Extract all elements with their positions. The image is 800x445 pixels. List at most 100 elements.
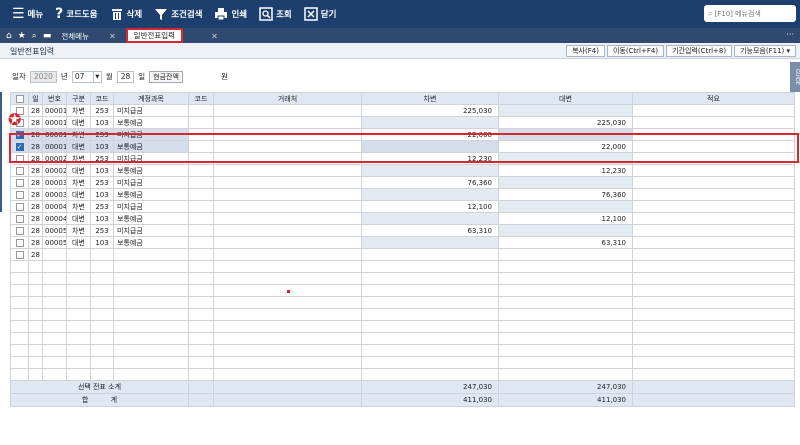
row-type[interactable]: 차변 [66,128,91,141]
empty-cell[interactable] [66,344,91,357]
row-partner-code[interactable] [188,176,214,189]
month-select[interactable]: 07 ▼ [71,70,102,83]
row-day[interactable]: 28 [28,164,43,177]
row-number[interactable]: 00005 [42,224,67,237]
row-partner[interactable] [213,200,362,213]
row-partner[interactable] [213,104,362,117]
empty-cell[interactable] [10,332,29,345]
empty-cell[interactable] [90,308,114,321]
empty-cell[interactable] [113,308,189,321]
row-type[interactable]: 대변 [66,212,91,225]
empty-cell[interactable] [113,356,189,369]
empty-cell[interactable] [113,260,189,273]
empty-row[interactable] [10,284,795,297]
empty-cell[interactable] [361,368,499,381]
row-partner-code[interactable] [188,188,214,201]
empty-cell[interactable] [361,308,499,321]
empty-cell[interactable] [90,344,114,357]
row-partner-code[interactable] [188,128,214,141]
row-account[interactable]: 미지급금 [113,152,189,165]
row-partner[interactable] [213,248,362,261]
row-credit[interactable]: 76,360 [498,188,633,201]
empty-cell[interactable] [10,260,29,273]
guide-tab[interactable]: GUIDE [790,62,800,92]
empty-cell[interactable] [498,284,633,297]
row-memo[interactable] [632,140,795,153]
row-partner[interactable] [213,164,362,177]
empty-cell[interactable] [10,272,29,285]
row-memo[interactable] [632,116,795,129]
row-credit[interactable] [498,224,633,237]
empty-cell[interactable] [90,368,114,381]
row-debit[interactable]: 12,230 [361,152,499,165]
empty-cell[interactable] [213,296,362,309]
row-partner-code[interactable] [188,140,214,153]
row-memo[interactable] [632,128,795,141]
row-select-cell[interactable] [10,200,29,213]
empty-cell[interactable] [28,308,43,321]
empty-cell[interactable] [213,344,362,357]
empty-row[interactable] [10,332,795,345]
empty-cell[interactable] [113,284,189,297]
row-number[interactable]: 00001 [42,116,67,129]
row-memo[interactable] [632,152,795,165]
menu-button[interactable]: ☰ 메뉴 [6,0,49,28]
row-credit[interactable] [498,104,633,117]
empty-cell[interactable] [28,296,43,309]
row-memo[interactable] [632,224,795,237]
empty-cell[interactable] [361,284,499,297]
empty-cell[interactable] [28,368,43,381]
empty-cell[interactable] [28,332,43,345]
empty-cell[interactable] [28,272,43,285]
row-code[interactable]: 103 [90,212,114,225]
empty-cell[interactable] [498,332,633,345]
row-checkbox[interactable]: ✓ [15,130,24,139]
empty-cell[interactable] [498,272,633,285]
row-credit[interactable]: 12,230 [498,164,633,177]
empty-cell[interactable] [213,368,362,381]
table-row[interactable]: 28 00004 대변 103 보통예금 12,100 [10,212,795,225]
empty-cell[interactable] [66,332,91,345]
empty-cell[interactable] [113,296,189,309]
empty-cell[interactable] [188,368,214,381]
empty-row[interactable] [10,356,795,369]
empty-cell[interactable] [632,272,795,285]
row-number[interactable] [42,248,67,261]
table-row[interactable]: 28 00005 차변 253 미지급금 63,310 [10,224,795,237]
empty-cell[interactable] [361,356,499,369]
empty-cell[interactable] [66,320,91,333]
row-select-cell[interactable] [10,212,29,225]
empty-cell[interactable] [361,296,499,309]
row-partner[interactable] [213,176,362,189]
empty-cell[interactable] [90,320,114,333]
select-all-checkbox[interactable] [15,94,24,103]
row-debit[interactable] [361,236,499,249]
row-credit[interactable] [498,176,633,189]
table-row[interactable]: 28 00002 대변 103 보통예금 12,230 [10,164,795,177]
row-code[interactable]: 103 [90,140,114,153]
empty-cell[interactable] [632,368,795,381]
empty-cell[interactable] [28,356,43,369]
empty-cell[interactable] [113,332,189,345]
row-memo[interactable] [632,164,795,177]
row-account[interactable]: 보통예금 [113,140,189,153]
empty-cell[interactable] [632,308,795,321]
function-collection-button[interactable]: 기능모음(F11) ▾ [734,45,796,57]
table-row[interactable]: 28 00003 차변 253 미지급금 76,360 [10,176,795,189]
empty-cell[interactable] [42,308,67,321]
row-debit[interactable] [361,140,499,153]
table-row[interactable]: 28 00004 차변 253 미지급금 12,100 [10,200,795,213]
row-type[interactable]: 대변 [66,164,91,177]
row-account[interactable]: 보통예금 [113,188,189,201]
empty-cell[interactable] [188,332,214,345]
empty-cell[interactable] [10,296,29,309]
empty-cell[interactable] [90,296,114,309]
row-select-cell[interactable]: ✓ [10,140,29,153]
row-debit[interactable] [361,248,499,261]
empty-cell[interactable] [632,320,795,333]
code-help-button[interactable]: ? 코드도움 [49,0,103,28]
row-day[interactable]: 28 [28,104,43,117]
row-account[interactable]: 미지급금 [113,128,189,141]
row-memo[interactable] [632,176,795,189]
row-day[interactable]: 28 [28,140,43,153]
